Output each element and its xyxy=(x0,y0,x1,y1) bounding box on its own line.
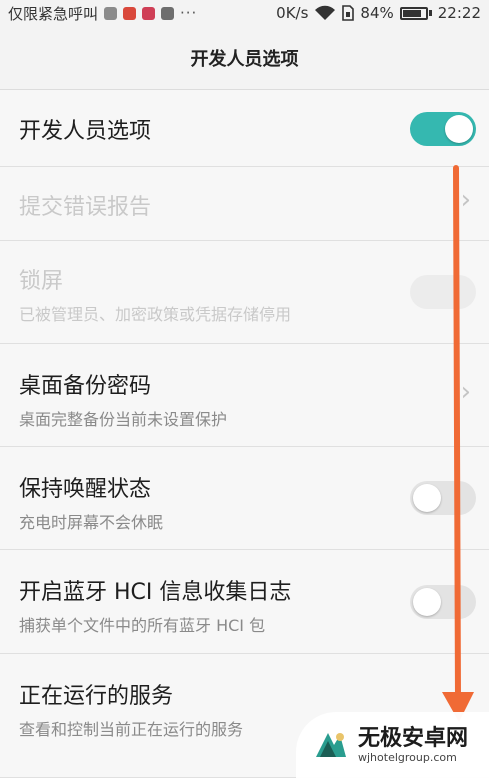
network-speed: 0K/s xyxy=(276,4,309,22)
battery-icon xyxy=(399,6,428,20)
row-title: 开启蓝牙 HCI 信息收集日志 xyxy=(19,580,292,605)
battery-percent: 84% xyxy=(360,4,394,22)
toggle-knob xyxy=(413,588,441,616)
toggle-knob xyxy=(445,115,473,143)
stay-awake-toggle[interactable] xyxy=(410,481,476,515)
developer-options-toggle[interactable] xyxy=(410,112,476,146)
row-subtitle: 充电时屏幕不会休眠 xyxy=(19,513,164,532)
chevron-right-icon: › xyxy=(460,377,471,407)
row-desktop-backup-password[interactable]: 桌面备份密码 桌面完整备份当前未设置保护 › xyxy=(0,344,489,447)
sim-icon xyxy=(342,5,355,21)
lock-screen-toggle[interactable] xyxy=(410,275,476,309)
watermark-url: wjhotelgroup.com xyxy=(358,750,457,764)
page-title: 开发人员选项 xyxy=(190,48,299,70)
page-title-bar: 开发人员选项 xyxy=(0,26,489,90)
bluetooth-hci-log-toggle[interactable] xyxy=(410,585,476,619)
carrier-text: 仅限紧急呼叫 xyxy=(8,4,99,23)
watermark-name: 无极安卓网 xyxy=(358,725,469,751)
row-title: 正在运行的服务 xyxy=(19,684,174,709)
row-bluetooth-hci-log[interactable]: 开启蓝牙 HCI 信息收集日志 捕获单个文件中的所有蓝牙 HCI 包 xyxy=(0,550,489,654)
storage-notification-icon xyxy=(161,6,175,20)
battery-tip xyxy=(428,10,432,16)
row-lock-screen[interactable]: 锁屏 已被管理员、加密政策或凭据存储停用 xyxy=(0,241,489,344)
row-subtitle: 桌面完整备份当前未设置保护 xyxy=(19,410,228,429)
app-notification-icon xyxy=(142,6,156,20)
row-title: 开发人员选项 xyxy=(19,119,152,144)
row-title: 提交错误报告 xyxy=(19,195,152,220)
wifi-icon xyxy=(315,5,336,20)
row-subtitle: 已被管理员、加密政策或凭据存储停用 xyxy=(19,305,292,324)
gallery-notification-icon xyxy=(104,6,118,20)
watermark-logo-icon xyxy=(316,733,346,757)
row-developer-options[interactable]: 开发人员选项 xyxy=(0,90,489,167)
clock: 22:22 xyxy=(437,4,481,22)
status-bar: 仅限紧急呼叫 ··· 0K/s 84% 22:22 xyxy=(0,0,489,26)
row-title: 桌面备份密码 xyxy=(19,374,152,399)
row-submit-bug-report[interactable]: 提交错误报告 › xyxy=(0,167,489,241)
row-title: 锁屏 xyxy=(19,269,64,294)
more-notifications: ··· xyxy=(180,4,198,22)
watermark-text: 无极安卓网 wjhotelgroup.com xyxy=(358,725,469,764)
row-title: 保持唤醒状态 xyxy=(19,477,152,502)
huawei-notification-icon xyxy=(123,6,137,20)
chevron-right-icon: › xyxy=(460,185,471,215)
toggle-knob xyxy=(413,484,441,512)
row-subtitle: 捕获单个文件中的所有蓝牙 HCI 包 xyxy=(19,616,266,635)
row-subtitle: 查看和控制当前正在运行的服务 xyxy=(19,720,244,739)
watermark: 无极安卓网 wjhotelgroup.com xyxy=(296,712,489,778)
row-stay-awake[interactable]: 保持唤醒状态 充电时屏幕不会休眠 xyxy=(0,447,489,550)
